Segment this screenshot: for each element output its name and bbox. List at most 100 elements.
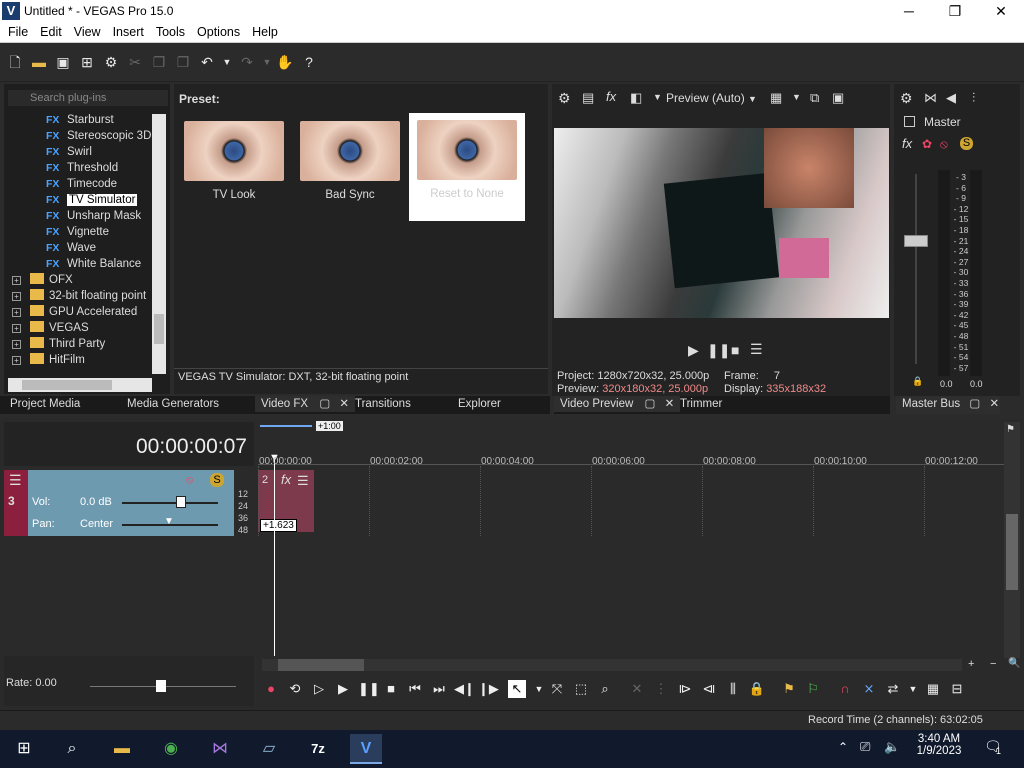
tab-master-bus[interactable]: Master Bus ▢ ✕ — [902, 396, 999, 412]
pause-button[interactable]: ❚❚ — [358, 680, 380, 698]
chrome-icon[interactable]: ◉ — [155, 734, 187, 764]
visual-studio-icon[interactable]: ⋈ — [204, 734, 236, 764]
insert-region-icon[interactable]: ⚐ — [804, 680, 822, 698]
lock-envelopes-icon[interactable]: ▦ — [924, 680, 942, 698]
tree-item-white-balance[interactable]: FX White Balance — [46, 256, 141, 272]
zoom-out-icon[interactable]: − — [990, 658, 996, 670]
envelope-tool-icon[interactable]: ⤧ — [548, 680, 566, 698]
close-tab-icon[interactable]: ✕ — [665, 398, 675, 410]
ripple-edit-icon[interactable]: ⇄ — [884, 680, 902, 698]
redo-icon[interactable]: ↷ — [238, 53, 256, 71]
folder-ofx[interactable]: + OFX — [12, 272, 73, 288]
notepad-icon[interactable]: ▱ — [253, 734, 285, 764]
menu-file[interactable]: File — [0, 23, 32, 39]
search-taskbar-icon[interactable]: ⌕ — [56, 734, 88, 764]
record-button[interactable]: ● — [262, 680, 280, 698]
event-menu-icon[interactable]: ☰ — [297, 473, 309, 489]
timeline-horizontal-scrollbar[interactable] — [262, 659, 962, 671]
undock-icon[interactable]: ▢ — [645, 398, 656, 410]
next-frame-button[interactable]: ❙▶ — [478, 680, 499, 698]
render-icon[interactable]: ⊞ — [78, 53, 96, 71]
folder-gpu[interactable]: + GPU Accelerated — [12, 304, 137, 320]
timeline-hscroll-thumb[interactable] — [278, 659, 364, 671]
timeline-vscroll-thumb[interactable] — [1006, 514, 1018, 590]
zoom-tool-icon[interactable]: 🔍 — [1008, 658, 1020, 669]
insert-marker-icon[interactable]: ⚑ — [780, 680, 798, 698]
track-menu-icon[interactable]: ☰ — [9, 472, 22, 489]
undo-dropdown-icon[interactable]: ▼ — [218, 53, 236, 71]
minimize-button[interactable]: ─ — [886, 0, 932, 23]
snapping-icon[interactable]: ∩ — [836, 680, 854, 698]
tree-hscroll-thumb[interactable] — [22, 380, 112, 390]
close-tab-icon[interactable]: ✕ — [989, 398, 999, 410]
overlays-dropdown-icon[interactable]: ▼ — [792, 92, 801, 102]
menu-tools[interactable]: Tools — [148, 23, 189, 39]
tree-item-starburst[interactable]: FX Starburst — [46, 112, 114, 128]
clock[interactable]: 3:40 AM 1/9/2023 — [916, 733, 962, 757]
loop-region-bar[interactable] — [260, 425, 312, 427]
tree-item-stereoscopic[interactable]: FX Stereoscopic 3D A — [46, 128, 162, 144]
open-folder-icon[interactable]: ▬ — [30, 53, 48, 71]
trim-start-icon[interactable]: ⧐ — [676, 680, 694, 698]
preview-settings-icon[interactable]: ⚙ — [558, 90, 571, 107]
new-file-icon[interactable]: 🗋 — [6, 53, 24, 71]
event-fx-icon[interactable]: fx — [281, 472, 291, 487]
whats-this-icon[interactable]: ✋ — [276, 53, 294, 71]
tab-transitions[interactable]: Transitions — [355, 396, 411, 412]
tab-video-preview[interactable]: Video Preview ▢ ✕ — [554, 396, 681, 412]
preview-play-button[interactable]: ▶ — [688, 342, 699, 359]
file-explorer-icon[interactable]: ▬ — [106, 734, 138, 764]
split-screen-icon[interactable]: ◧ — [630, 90, 642, 106]
tree-item-unsharp-mask[interactable]: FX Unsharp Mask — [46, 208, 141, 224]
zoom-in-icon[interactable]: + — [968, 658, 974, 670]
track-mute-icon[interactable]: ⦸ — [186, 474, 193, 487]
overlays-grid-icon[interactable]: ▦ — [770, 90, 782, 106]
automation-icon[interactable]: ✿ — [922, 137, 932, 151]
master-checkbox[interactable] — [904, 116, 915, 127]
tab-video-fx[interactable]: Video FX ▢ ✕ — [255, 396, 356, 412]
loop-playback-button[interactable]: ⟲ — [286, 680, 304, 698]
show-hidden-icons[interactable]: ⌃ — [838, 740, 848, 754]
menu-edit[interactable]: Edit — [32, 23, 66, 39]
tree-item-vignette[interactable]: FX Vignette — [46, 224, 109, 240]
cut-icon[interactable]: ✂ — [126, 53, 144, 71]
paste-icon[interactable]: ❐ — [174, 53, 192, 71]
dim-output-icon[interactable]: ◀ — [946, 90, 956, 106]
tree-item-tv-simulator[interactable]: FX TV Simulator — [46, 192, 138, 208]
search-plugins-input[interactable]: Search plug-ins — [8, 90, 168, 106]
undock-icon[interactable]: ▢ — [969, 398, 980, 410]
preview-menu-button[interactable]: ☰ — [750, 341, 763, 358]
preset-tv-look[interactable]: TV Look — [176, 114, 292, 222]
normal-edit-tool-icon[interactable]: ↖ — [508, 680, 526, 698]
tree-scroll-thumb[interactable] — [154, 314, 164, 344]
delete-icon[interactable]: ✕ — [628, 680, 646, 698]
auto-crossfade-icon[interactable]: ⨯ — [860, 680, 878, 698]
preview-stop-button[interactable]: ■ — [731, 342, 739, 358]
preview-quality-dropdown[interactable]: Preview (Auto) ▼ — [666, 91, 757, 105]
network-icon[interactable]: ⎚ — [860, 739, 870, 755]
solo-icon[interactable]: S — [960, 137, 973, 150]
preset-bad-sync[interactable]: Bad Sync — [292, 114, 408, 222]
save-snapshot-icon[interactable]: ▣ — [832, 90, 844, 106]
redo-dropdown-icon[interactable]: ▼ — [258, 53, 276, 71]
mute-icon[interactable]: ⦸ — [940, 137, 948, 152]
folder-32bit[interactable]: +32-bit floating point — [12, 288, 146, 304]
windows-start-icon[interactable]: ⊞ — [8, 734, 40, 764]
master-fader-handle[interactable] — [904, 235, 928, 247]
tab-project-media[interactable]: Project Media — [10, 396, 80, 412]
go-to-start-button[interactable]: ⏮ — [406, 680, 424, 698]
menu-help[interactable]: Help — [244, 23, 282, 39]
7zip-icon[interactable]: 7z — [302, 734, 334, 764]
lock-icon[interactable]: 🔒 — [912, 376, 923, 387]
track-solo-icon[interactable]: S — [210, 473, 224, 487]
volume-icon[interactable]: 🔈 — [884, 739, 900, 755]
lock-event-icon[interactable]: 🔒 — [748, 680, 766, 698]
menu-insert[interactable]: Insert — [105, 23, 148, 39]
folder-hitfilm[interactable]: + HitFilm — [12, 352, 85, 368]
tab-media-generators[interactable]: Media Generators — [127, 396, 219, 412]
folder-third-party[interactable]: + Third Party — [12, 336, 105, 352]
master-fx-icon[interactable]: fx — [902, 136, 912, 151]
menu-options[interactable]: Options — [189, 23, 244, 39]
stop-button[interactable]: ■ — [382, 680, 400, 698]
trim-end-icon[interactable]: ⧏ — [700, 680, 718, 698]
